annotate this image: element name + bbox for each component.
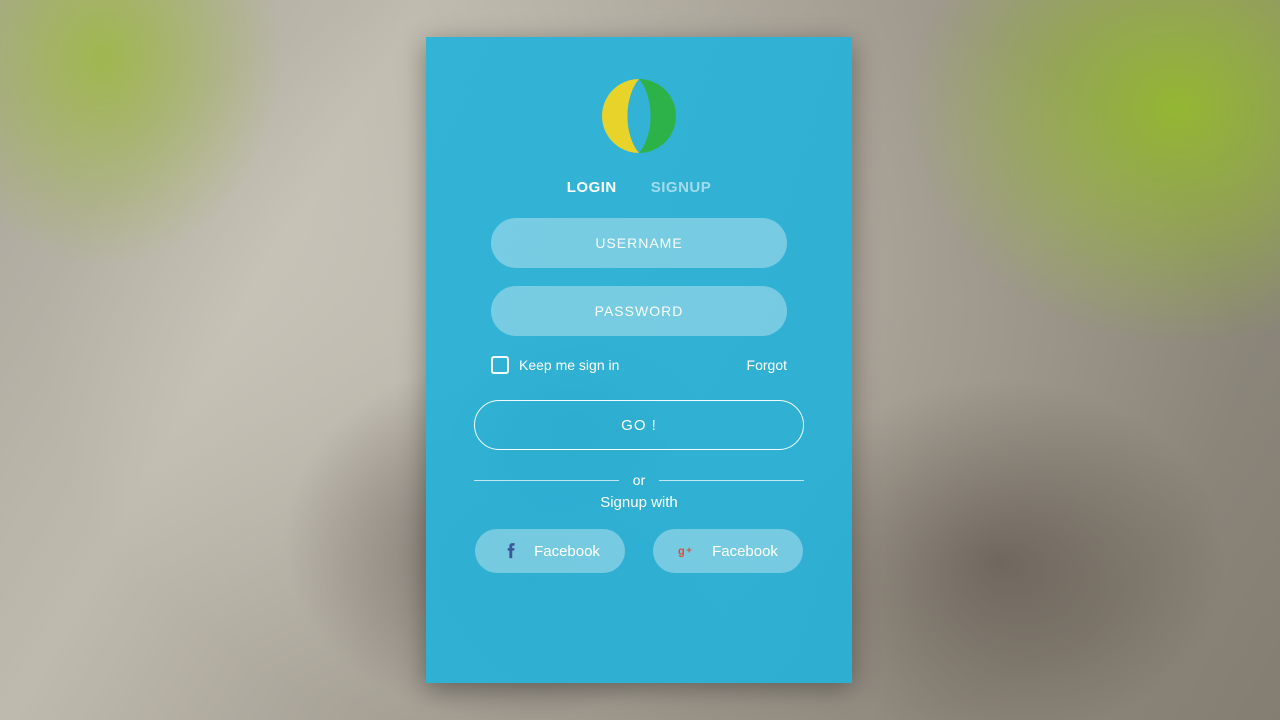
forgot-link[interactable]: Forgot <box>747 357 787 373</box>
separator-label: or <box>633 472 645 488</box>
signup-with-label: Signup with <box>600 494 678 511</box>
google-button[interactable]: g + Facebook <box>653 529 803 573</box>
go-button[interactable]: GO ! <box>474 400 804 450</box>
logo-icon <box>600 79 678 153</box>
username-input[interactable] <box>491 218 787 268</box>
tab-login[interactable]: LOGIN <box>567 179 617 196</box>
facebook-label: Facebook <box>534 543 600 560</box>
svg-text:g: g <box>678 545 685 557</box>
google-label: Facebook <box>712 543 778 560</box>
options-row: Keep me sign in Forgot <box>491 356 787 374</box>
background-blur: LOGIN SIGNUP Keep me sign in Forgot GO !… <box>0 0 1280 720</box>
checkbox-icon <box>491 356 509 374</box>
facebook-button[interactable]: Facebook <box>475 529 625 573</box>
keep-signed-in-checkbox[interactable]: Keep me sign in <box>491 356 619 374</box>
login-card: LOGIN SIGNUP Keep me sign in Forgot GO !… <box>426 37 852 683</box>
social-row: Facebook g + Facebook <box>475 529 803 573</box>
divider-line <box>474 480 619 481</box>
google-plus-icon: g + <box>678 540 700 562</box>
password-input[interactable] <box>491 286 787 336</box>
svg-text:+: + <box>686 545 692 556</box>
separator: or <box>474 472 804 488</box>
keep-signed-in-label: Keep me sign in <box>519 357 619 373</box>
auth-tabs: LOGIN SIGNUP <box>567 179 712 196</box>
tab-signup[interactable]: SIGNUP <box>651 179 712 196</box>
divider-line <box>659 480 804 481</box>
facebook-icon <box>500 540 522 562</box>
